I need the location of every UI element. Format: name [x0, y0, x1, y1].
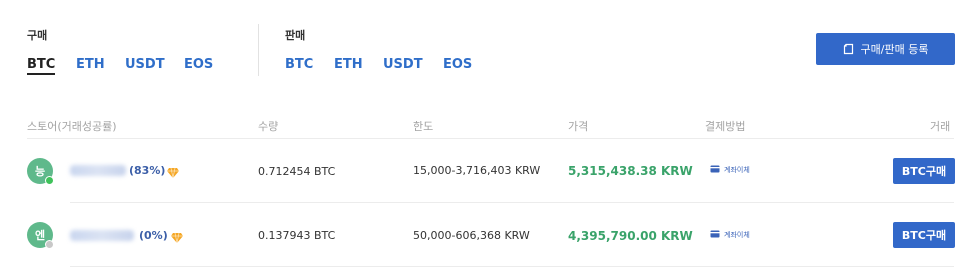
table-header-divider: [27, 138, 954, 139]
table-row: 엔 (0%) 0.137943 BTC 50,000-606,368 KRW 4…: [0, 203, 966, 267]
sell-tab-eth[interactable]: ETH: [334, 57, 363, 72]
register-button[interactable]: 구매/판매 등록: [816, 33, 955, 65]
table-row: 능 (83%) 0.712454 BTC 15,000-3,716,403 KR…: [0, 141, 966, 203]
store-name-blurred[interactable]: [70, 165, 126, 176]
success-rate: (83%): [129, 164, 166, 177]
sell-tab-btc[interactable]: BTC: [285, 57, 313, 72]
buy-tab-btc[interactable]: BTC: [27, 57, 56, 75]
success-rate: (0%): [139, 229, 168, 242]
store-name-blurred[interactable]: [70, 230, 134, 241]
limit: 50,000-606,368 KRW: [413, 229, 530, 242]
sell-tab-usdt[interactable]: USDT: [383, 57, 423, 72]
buy-btc-button[interactable]: BTC구매: [893, 222, 955, 248]
payment-method: 계좌이체: [710, 230, 750, 240]
buy-section-label: 구매: [27, 29, 48, 42]
sell-tab-eos[interactable]: EOS: [443, 57, 472, 72]
avatar-initial: 엔: [34, 229, 46, 242]
section-divider: [258, 24, 259, 76]
register-icon: [843, 43, 855, 55]
payment-method-label: 계좌이체: [724, 231, 750, 239]
payment-method-label: 계좌이체: [724, 166, 750, 174]
quantity: 0.137943 BTC: [258, 229, 336, 242]
avatar-initial: 능: [34, 165, 46, 178]
row-divider: [70, 266, 954, 267]
column-header-quantity: 수량: [258, 120, 279, 133]
price: 4,395,790.00 KRW: [568, 229, 693, 243]
bank-card-icon: [710, 230, 720, 240]
diamond-badge-icon: [170, 229, 184, 244]
register-button-label: 구매/판매 등록: [860, 43, 929, 56]
column-header-trade: 거래: [930, 120, 951, 133]
avatar[interactable]: 능: [27, 158, 54, 185]
buy-tab-eth[interactable]: ETH: [76, 57, 105, 72]
p2p-market-panel: 구매 BTC ETH USDT EOS 판매 BTC ETH USDT EOS …: [0, 0, 966, 277]
payment-method: 계좌이체: [710, 165, 750, 175]
price: 5,315,438.38 KRW: [568, 164, 693, 178]
avatar[interactable]: 엔: [27, 222, 54, 249]
column-header-store: 스토어(거래성공률): [27, 120, 117, 133]
offline-status-dot: [45, 240, 54, 249]
buy-tab-eos[interactable]: EOS: [184, 57, 213, 72]
buy-tab-usdt[interactable]: USDT: [125, 57, 165, 72]
quantity: 0.712454 BTC: [258, 165, 336, 178]
column-header-price: 가격: [568, 120, 589, 133]
bank-card-icon: [710, 165, 720, 175]
limit: 15,000-3,716,403 KRW: [413, 164, 541, 177]
diamond-badge-icon: [166, 164, 180, 179]
column-header-limit: 한도: [413, 120, 434, 133]
buy-btc-button[interactable]: BTC구매: [893, 158, 955, 184]
sell-section-label: 판매: [285, 29, 306, 42]
column-header-payment: 결제방법: [705, 120, 746, 133]
online-status-dot: [45, 176, 54, 185]
